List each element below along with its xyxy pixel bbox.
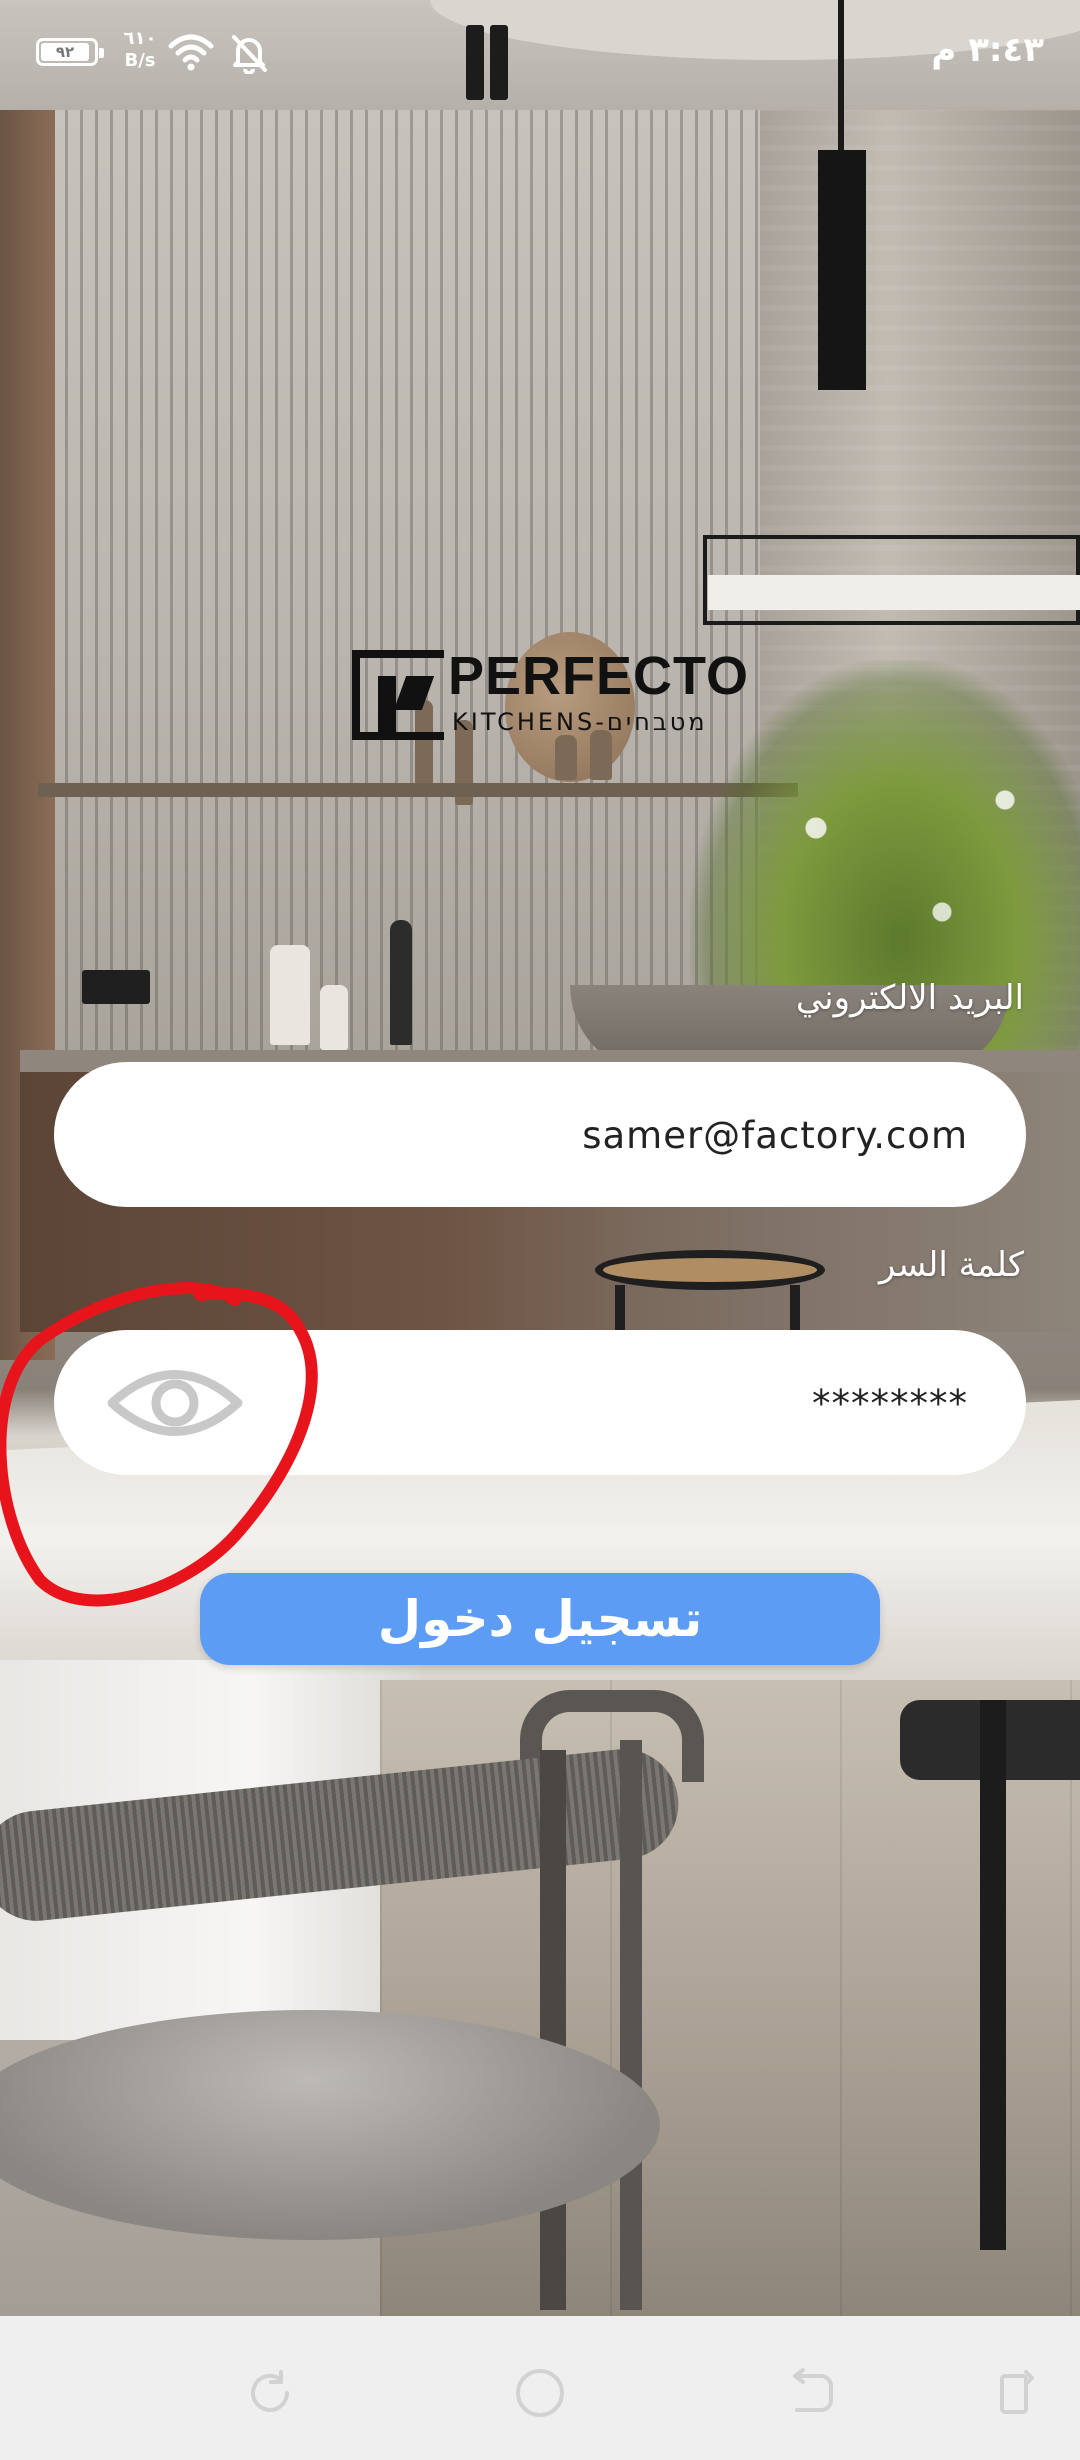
logo-tagline: KITCHENS-מטבחים — [452, 708, 708, 736]
home-icon[interactable] — [513, 2366, 567, 2420]
wifi-icon — [168, 34, 214, 71]
network-speed-unit: B/s — [124, 50, 156, 71]
network-speed-value: ٦١٠ — [123, 28, 157, 49]
app-logo: PERFECTO KITCHENS-מטבחים — [352, 648, 748, 748]
logo-mark-icon — [352, 650, 444, 740]
rotate-icon[interactable] — [243, 2366, 297, 2420]
battery-icon: ٩٢ — [36, 38, 104, 66]
clock: ٣:٤٣ م — [931, 30, 1044, 70]
battery-level: ٩٢ — [41, 43, 89, 61]
email-field[interactable] — [204, 1062, 970, 1209]
logo-brand-text: PERFECTO — [448, 646, 750, 706]
email-field-container — [54, 1062, 1026, 1209]
password-label: كلمة السر — [878, 1245, 1024, 1285]
network-speed: ٦١٠ B/s — [115, 28, 165, 72]
login-button[interactable]: تسجيل دخول — [200, 1573, 880, 1665]
email-label: البريد الالكتروني — [795, 978, 1024, 1018]
password-field-container — [54, 1330, 1026, 1477]
status-bar: ٩٢ ٦١٠ B/s ٣:٤٣ م — [0, 0, 1080, 110]
navigation-bar — [0, 2316, 1080, 2460]
bell-muted-icon — [232, 35, 267, 74]
back-icon[interactable] — [783, 2366, 837, 2420]
password-field[interactable] — [204, 1330, 970, 1477]
recent-apps-icon[interactable] — [988, 2366, 1042, 2420]
